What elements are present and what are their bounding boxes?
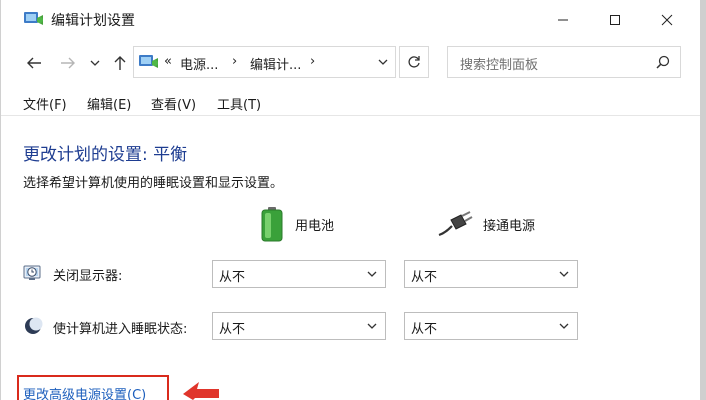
up-button[interactable] [109, 52, 131, 74]
chevron-down-icon [90, 60, 100, 66]
menu-tools[interactable]: 工具(T) [217, 94, 261, 113]
menu-bar: 文件(F) 编辑(E) 查看(V) 工具(T) [1, 88, 701, 116]
breadcrumb-power-options[interactable]: 电源... [180, 54, 218, 73]
turn-off-display-battery-select[interactable]: 从不 [212, 260, 386, 288]
maximize-icon [610, 15, 620, 25]
edit-plan-settings-window: 编辑计划设置 « 电源... › 编辑计... › 搜索控制面板 文件(F) 编… [0, 0, 706, 400]
power-options-icon [24, 12, 43, 25]
turn-off-display-plugged-select[interactable]: 从不 [404, 260, 578, 288]
window-border [700, 0, 706, 400]
minimize-icon [558, 19, 568, 21]
red-arrow-icon [183, 382, 219, 400]
column-header-plugged-in: 接通电源 [437, 206, 535, 242]
close-icon [661, 14, 673, 26]
search-box[interactable]: 搜索控制面板 [447, 46, 681, 78]
window-title: 编辑计划设置 [51, 13, 135, 29]
menu-view[interactable]: 查看(V) [151, 94, 196, 113]
menu-edit[interactable]: 编辑(E) [87, 94, 131, 113]
power-plug-icon [438, 211, 473, 237]
select-value: 从不 [411, 270, 438, 285]
chevron-down-icon [559, 323, 569, 329]
breadcrumb-edit-plan[interactable]: 编辑计... [250, 54, 301, 73]
column-header-battery: 用电池 [259, 206, 334, 242]
title-bar: 编辑计划设置 [1, 0, 701, 40]
chevron-down-icon [559, 271, 569, 277]
menu-file[interactable]: 文件(F) [23, 94, 67, 113]
back-arrow-icon [27, 57, 41, 69]
minimize-button[interactable] [539, 0, 587, 40]
sleep-plugged-select[interactable]: 从不 [404, 312, 578, 340]
close-button[interactable] [643, 0, 691, 40]
search-icon[interactable] [656, 55, 670, 69]
page-description: 选择希望计算机使用的睡眠设置和显示设置。 [23, 176, 284, 191]
breadcrumb-separator: › [232, 54, 238, 69]
refresh-icon [408, 56, 420, 68]
up-arrow-icon [114, 56, 126, 70]
moon-icon [25, 317, 43, 334]
display-timer-icon [23, 265, 41, 280]
refresh-button[interactable] [399, 46, 429, 78]
page-title: 更改计划的设置: 平衡 [23, 145, 188, 165]
column-label-battery: 用电池 [295, 218, 335, 234]
forward-arrow-icon [61, 57, 75, 69]
select-value: 从不 [411, 322, 438, 337]
recent-locations-button[interactable] [87, 52, 103, 74]
select-value: 从不 [219, 322, 246, 337]
sleep-label: 使计算机进入睡眠状态: [53, 322, 188, 337]
maximize-button[interactable] [591, 0, 639, 40]
search-placeholder: 搜索控制面板 [460, 58, 539, 73]
advanced-power-settings-link[interactable]: 更改高级电源设置(C) [23, 384, 146, 400]
select-value: 从不 [219, 270, 246, 285]
power-options-icon [139, 55, 158, 68]
chevron-down-icon [367, 323, 377, 329]
chevron-down-icon [367, 271, 377, 277]
battery-icon [261, 207, 283, 242]
breadcrumb-overflow[interactable]: « [164, 54, 172, 69]
forward-button[interactable] [57, 52, 79, 74]
back-button[interactable] [23, 52, 45, 74]
chevron-down-icon[interactable] [378, 58, 388, 66]
turn-off-display-label: 关闭显示器: [53, 269, 123, 284]
breadcrumb-separator: › [310, 54, 316, 69]
sleep-battery-select[interactable]: 从不 [212, 312, 386, 340]
column-label-plugged-in: 接通电源 [483, 218, 536, 234]
address-bar[interactable]: « 电源... › 编辑计... › [133, 46, 396, 78]
